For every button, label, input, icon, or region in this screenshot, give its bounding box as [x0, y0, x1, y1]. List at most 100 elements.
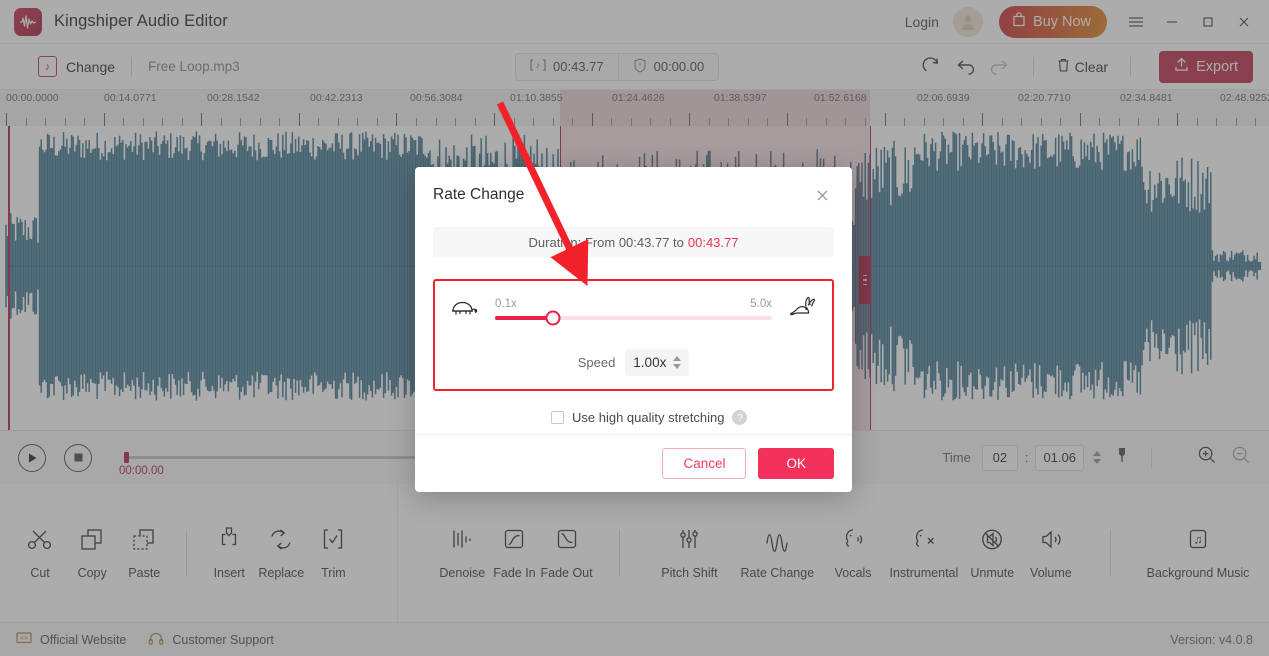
close-icon[interactable]	[810, 183, 834, 207]
ruler-time-label: 00:28.1542	[207, 92, 260, 104]
speed-stepper-down[interactable]	[673, 364, 682, 369]
time-label: Time	[942, 450, 971, 465]
play-button[interactable]	[18, 443, 46, 472]
ruler-tick	[533, 118, 535, 126]
slider-fill	[495, 315, 554, 320]
rabbit-icon	[786, 294, 818, 327]
tool-paste-label: Paste	[128, 566, 161, 580]
ruler-tick	[630, 118, 632, 126]
tool-pitch-shift[interactable]: Pitch Shift	[645, 526, 733, 580]
minutes-field[interactable]: 02	[981, 444, 1018, 471]
ruler-tick	[1138, 118, 1140, 126]
stop-button[interactable]	[64, 443, 92, 472]
tool-vocals-label: Vocals	[834, 566, 872, 580]
time-stepper-down[interactable]	[1093, 459, 1101, 464]
speed-label: Speed	[577, 355, 616, 370]
rate-change-dialog: Rate Change Duration: From 00:43.77 to 0…	[415, 167, 852, 492]
paste-icon	[133, 529, 154, 550]
upload-icon	[1174, 57, 1189, 76]
speed-stepper-up[interactable]	[673, 356, 682, 361]
status-bar: <> Official Website Customer Support Ver…	[0, 622, 1269, 656]
tool-rate-change[interactable]: Rate Change	[733, 526, 821, 580]
speed-slider[interactable]: 0.1x 5.0x	[495, 298, 772, 325]
tool-cut[interactable]: Cut	[14, 526, 66, 580]
ruler-tick	[1196, 118, 1198, 126]
cancel-button[interactable]: Cancel	[662, 448, 747, 479]
music-note-icon: ♪	[38, 56, 57, 77]
dialog-header: Rate Change	[415, 167, 852, 223]
wave-icon	[766, 534, 788, 552]
tool-replace[interactable]: Replace	[255, 526, 307, 580]
clear-button[interactable]: Clear	[1050, 57, 1114, 76]
turtle-icon	[449, 296, 481, 325]
duration-prefix: Duration: From 00:43.77 to	[528, 234, 684, 250]
tool-unmute[interactable]: Unmute	[963, 526, 1022, 580]
time-display-group: ♪ 00:43.77 00:00.00	[515, 52, 720, 81]
mute-icon	[982, 529, 1003, 550]
time-stepper[interactable]	[1093, 451, 1101, 464]
zoom-out-icon[interactable]	[1231, 445, 1251, 470]
help-icon[interactable]: ?	[732, 410, 748, 425]
official-website-label: Official Website	[40, 632, 127, 647]
tool-copy[interactable]: Copy	[66, 526, 118, 580]
selection-handle-right[interactable]	[859, 256, 870, 304]
minimize-icon[interactable]	[1157, 7, 1187, 37]
seek-knob[interactable]	[124, 452, 129, 463]
volume-icon	[1042, 530, 1061, 549]
divider	[131, 56, 133, 77]
ruler-time-label: 01:52.6168	[814, 92, 867, 104]
buy-now-button[interactable]: Buy Now	[998, 5, 1107, 38]
login-button[interactable]: Login	[905, 14, 939, 30]
tool-volume[interactable]: Volume	[1022, 526, 1081, 580]
ruler-tick	[747, 118, 749, 126]
marker-pin-icon[interactable]	[1116, 447, 1128, 468]
speed-input[interactable]: 1.00x	[625, 349, 690, 376]
ruler-tick	[318, 118, 320, 126]
tool-insert[interactable]: Insert	[203, 526, 255, 580]
clear-label: Clear	[1074, 58, 1109, 75]
tool-denoise[interactable]: Denoise	[436, 526, 488, 580]
ruler-tick	[64, 118, 66, 126]
slider-knob[interactable]	[545, 310, 561, 325]
ruler-tick	[84, 118, 86, 126]
high-quality-option[interactable]: Use high quality stretching ?	[551, 410, 852, 425]
tool-fade-in[interactable]: Fade In	[488, 526, 540, 580]
timeline-ruler[interactable]: 00:00.0000 00:14.0771 00:28.1542 00:42.2313…	[0, 90, 1269, 126]
redo-icon[interactable]	[983, 52, 1017, 82]
tool-fade-out[interactable]: Fade Out	[541, 526, 593, 580]
change-file-button[interactable]: ♪ Change	[38, 56, 115, 77]
tool-trim[interactable]: Trim	[307, 526, 359, 580]
zoom-in-icon[interactable]	[1197, 445, 1217, 470]
tool-instrumental[interactable]: Instrumental	[885, 526, 963, 580]
speed-stepper[interactable]	[673, 356, 682, 369]
tool-paste[interactable]: Paste	[118, 526, 170, 580]
time-stepper-up[interactable]	[1093, 451, 1101, 456]
ok-button[interactable]: OK	[758, 448, 834, 479]
ruler-tick	[494, 113, 496, 126]
ruler-tick	[25, 118, 27, 126]
tool-rate-change-label: Rate Change	[740, 566, 815, 580]
ruler-tick	[1079, 113, 1081, 126]
slider-track[interactable]	[495, 310, 772, 325]
replace-icon	[271, 529, 291, 550]
user-avatar-icon[interactable]	[952, 6, 983, 37]
export-button[interactable]: Export	[1159, 50, 1253, 83]
tool-vocals[interactable]: Vocals	[821, 526, 885, 580]
high-quality-checkbox[interactable]	[551, 411, 564, 424]
selection-end-edge[interactable]	[870, 126, 871, 430]
undo-icon[interactable]	[949, 52, 983, 82]
refresh-icon[interactable]	[915, 52, 949, 82]
ruler-tick	[1157, 118, 1159, 126]
ruler-tick	[611, 118, 613, 126]
ruler-time-label: 00:14.0771	[104, 92, 157, 104]
close-icon[interactable]	[1229, 7, 1259, 37]
seconds-field[interactable]: 01.06	[1035, 444, 1084, 471]
playhead[interactable]	[8, 126, 10, 430]
title-bar: Kingshiper Audio Editor Login Buy Now	[0, 0, 1269, 44]
hamburger-menu-icon[interactable]	[1121, 7, 1151, 37]
maximize-icon[interactable]	[1193, 7, 1223, 37]
ruler-tick	[708, 118, 710, 126]
customer-support-link[interactable]: Customer Support	[148, 631, 274, 649]
official-website-link[interactable]: <> Official Website	[16, 631, 126, 649]
tool-background-music[interactable]: ♫ Background Music	[1141, 526, 1255, 580]
